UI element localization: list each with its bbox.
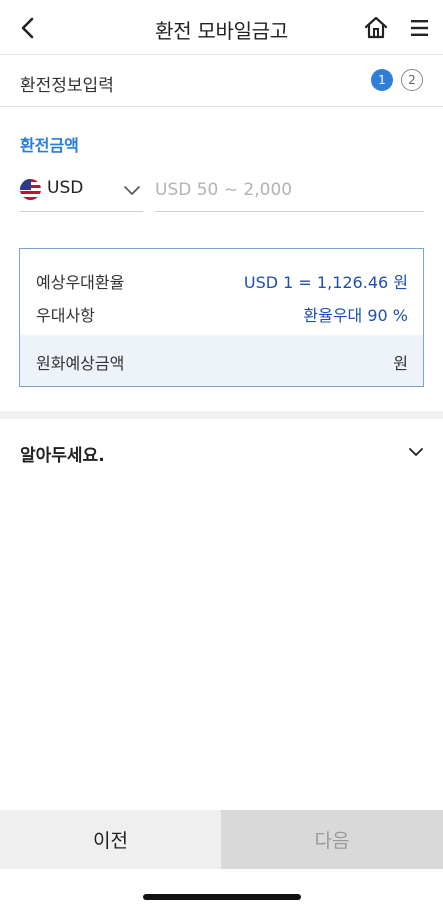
notice-accordion[interactable]: 알아두세요.: [0, 419, 443, 485]
expected-rate-row: 예상우대환율 USD 1 = 1,126.46 원: [20, 263, 423, 297]
next-button[interactable]: 다음: [221, 810, 443, 869]
home-icon: [364, 16, 388, 39]
step-indicator-1: 1: [371, 69, 393, 91]
preferential-value: 환율우대 90 %: [303, 306, 408, 325]
notice-label: 알아두세요.: [20, 446, 105, 466]
us-flag-icon: [20, 179, 41, 200]
home-indicator: [143, 894, 301, 900]
krw-estimate-label: 원화예상금액: [36, 354, 125, 373]
chevron-down-icon: [124, 186, 140, 195]
expected-rate-label: 예상우대환율: [36, 273, 125, 292]
currency-code: USD: [47, 178, 84, 198]
currency-select[interactable]: USD: [20, 168, 143, 212]
krw-estimate-unit: 원: [393, 354, 408, 373]
section-title-exchange-amount: 환전금액: [20, 136, 79, 155]
step-bar: 환전정보입력 1 2: [0, 55, 443, 107]
expected-rate-value-group: USD 1 = 1,126.46 원: [244, 269, 408, 293]
amount-input[interactable]: [155, 168, 424, 212]
app-header: 환전 모바일금고: [0, 0, 443, 55]
preferential-label: 우대사항: [36, 306, 95, 325]
home-button[interactable]: [362, 14, 390, 42]
step-label: 환전정보입력: [20, 76, 114, 96]
hamburger-menu-icon: [411, 20, 428, 36]
expected-rate-unit: 원: [393, 273, 408, 292]
menu-button[interactable]: [405, 14, 433, 42]
chevron-down-icon: [409, 448, 423, 456]
expected-rate-value: USD 1 = 1,126.46: [243, 273, 389, 292]
section-divider: [0, 411, 443, 419]
prev-button[interactable]: 이전: [0, 810, 221, 869]
preferential-row: 우대사항 환율우대 90 %: [20, 296, 423, 330]
krw-estimate-value-group: 원: [393, 350, 408, 374]
step-indicator-2: 2: [401, 69, 423, 91]
krw-estimate-row: 원화예상금액 원: [20, 335, 423, 386]
rate-info-box: 예상우대환율 USD 1 = 1,126.46 원 우대사항 환율우대 90 %…: [19, 248, 424, 387]
